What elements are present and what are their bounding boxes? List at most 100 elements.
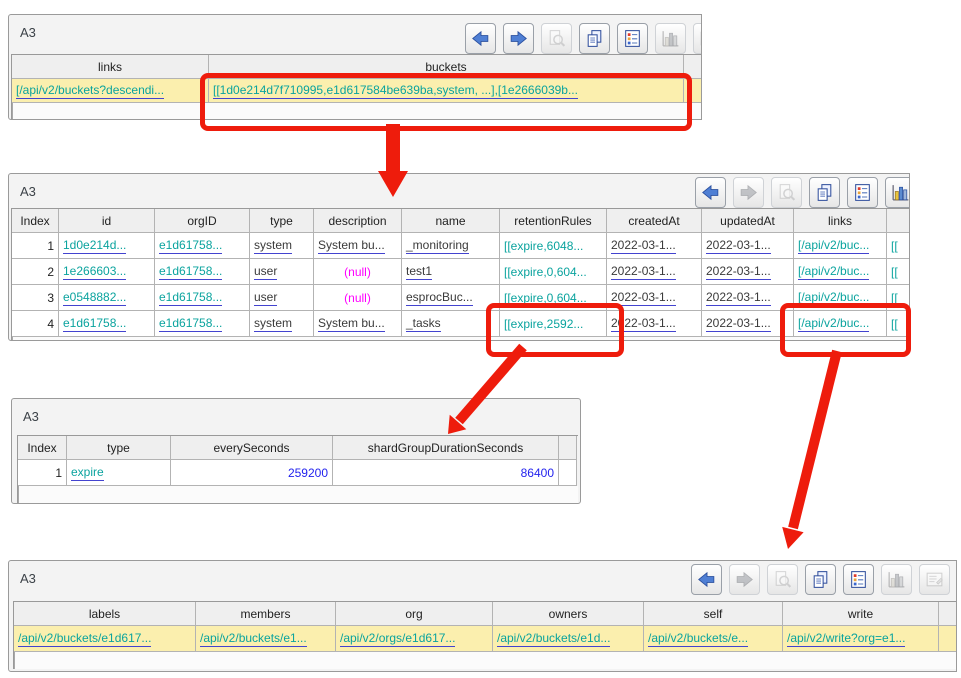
cell-extra [559, 460, 577, 486]
cell-type[interactable]: system [250, 233, 314, 259]
empty-row-strip [14, 652, 957, 669]
result-panel-retention-detail: A3 IndextypeeverySecondsshardGroupDurati… [11, 398, 581, 504]
back-button[interactable] [695, 177, 726, 208]
column-header-shardGroupDurationSeconds: shardGroupDurationSeconds [333, 436, 559, 460]
cell-type[interactable]: user [250, 285, 314, 311]
column-header-updatedAt: updatedAt [702, 209, 794, 233]
column-header-name: name [402, 209, 500, 233]
cell-Index: 4 [12, 311, 59, 337]
cell-updatedAt[interactable]: 2022-03-1... [702, 233, 794, 259]
properties-button[interactable] [847, 177, 878, 208]
chart-icon [890, 182, 910, 203]
cell-links[interactable]: [/api/v2/buc... [794, 233, 887, 259]
preview-button [771, 177, 802, 208]
highlight-box-links-cell [780, 303, 911, 357]
back-icon [470, 28, 491, 49]
cell-id[interactable]: 1d0e214d... [59, 233, 155, 259]
column-header-links: links [794, 209, 887, 233]
back-button[interactable] [691, 564, 722, 595]
cell-description[interactable]: System bu... [314, 233, 402, 259]
column-header-retentionRules: retentionRules [500, 209, 607, 233]
highlight-box-retention-cell [486, 303, 624, 357]
cell-description: (null) [314, 259, 402, 285]
copy-button[interactable] [579, 23, 610, 54]
cell-createdAt[interactable]: 2022-03-1... [607, 233, 702, 259]
column-header-links: links [12, 55, 209, 79]
preview-button [541, 23, 572, 54]
cell-type[interactable]: user [250, 259, 314, 285]
column-header-orgID: orgID [155, 209, 250, 233]
copy-icon [810, 569, 831, 590]
cell-name[interactable]: _monitoring [402, 233, 500, 259]
cell-id[interactable]: e0548882... [59, 285, 155, 311]
empty-row-strip [12, 337, 910, 341]
cell-updatedAt[interactable]: 2022-03-1... [702, 259, 794, 285]
properties-button[interactable] [617, 23, 648, 54]
cell-owners[interactable]: /api/v2/buckets/e1d... [493, 626, 644, 652]
cell-description[interactable]: System bu... [314, 311, 402, 337]
cell-retentionRules[interactable]: [[expire,0,604... [500, 259, 607, 285]
column-header-createdAt: createdAt [607, 209, 702, 233]
column-header-everySeconds: everySeconds [171, 436, 333, 460]
toolbar [695, 177, 910, 208]
forward-button [729, 564, 760, 595]
cell-links[interactable]: [/api/v2/buc... [794, 259, 887, 285]
cell-write[interactable]: /api/v2/write?org=e1... [783, 626, 939, 652]
cell-orgID[interactable]: e1d61758... [155, 311, 250, 337]
column-header-owners: owners [493, 602, 644, 626]
chart-button [881, 564, 912, 595]
cell-type[interactable]: system [250, 311, 314, 337]
forward-button [733, 177, 764, 208]
cell-orgID[interactable]: e1d61758... [155, 285, 250, 311]
cell-orgID[interactable]: e1d61758... [155, 259, 250, 285]
table-row: 3e0548882...e1d61758...user(null)esprocB… [12, 285, 910, 311]
cell-extra[interactable]: [[ [887, 259, 910, 285]
preview-icon [772, 569, 793, 590]
cell-members[interactable]: /api/v2/buckets/e1... [196, 626, 336, 652]
cell-labels[interactable]: /api/v2/buckets/e1d617... [14, 626, 196, 652]
toolbar [465, 23, 702, 54]
cell-extra[interactable]: [[ [887, 233, 910, 259]
cell-orgID[interactable]: e1d61758... [155, 233, 250, 259]
result-grid: labelsmembersorgownersselfwrite/api/v2/b… [13, 601, 957, 669]
chart-button[interactable] [885, 177, 910, 208]
column-header-org: org [336, 602, 493, 626]
properties-icon [852, 182, 873, 203]
cell-name[interactable]: test1 [402, 259, 500, 285]
column-header-id: id [59, 209, 155, 233]
table-row: 4e1d61758...e1d61758...systemSystem bu..… [12, 311, 910, 337]
cell-retentionRules[interactable]: [[expire,6048... [500, 233, 607, 259]
cell-id[interactable]: e1d61758... [59, 311, 155, 337]
properties-icon [848, 569, 869, 590]
canvas: { "colors": { "annotation_red": "#ee1c0c… [0, 0, 961, 678]
cell-id-label: A3 [23, 409, 39, 424]
cell-Index: 2 [12, 259, 59, 285]
result-panel-links-detail: A3 labelsmembersorgownersselfwrite/api/v… [8, 560, 957, 672]
column-header-extra [559, 436, 577, 460]
cell-id[interactable]: 1e266603... [59, 259, 155, 285]
result-panel-buckets-detail: A3 IndexidorgIDtypedescriptionnameretent… [8, 173, 910, 341]
note-button [693, 23, 702, 54]
column-header-write: write [783, 602, 939, 626]
table-row: /api/v2/buckets/e1d617.../api/v2/buckets… [14, 626, 957, 652]
preview-button [767, 564, 798, 595]
cell-links[interactable]: [/api/v2/buckets?descendi... [12, 79, 209, 103]
copy-icon [584, 28, 605, 49]
empty-row-strip [18, 486, 578, 503]
preview-icon [776, 182, 797, 203]
column-header-type: type [250, 209, 314, 233]
back-button[interactable] [465, 23, 496, 54]
forward-button[interactable] [503, 23, 534, 54]
cell-org[interactable]: /api/v2/orgs/e1d617... [336, 626, 493, 652]
cell-extra [939, 626, 957, 652]
chart-icon [660, 28, 681, 49]
cell-self[interactable]: /api/v2/buckets/e... [644, 626, 783, 652]
result-grid: IndexidorgIDtypedescriptionnameretention… [11, 208, 910, 341]
cell-name[interactable]: esprocBuc... [402, 285, 500, 311]
cell-createdAt[interactable]: 2022-03-1... [607, 259, 702, 285]
copy-button[interactable] [805, 564, 836, 595]
arrow-links-to-detail [782, 351, 837, 549]
cell-type[interactable]: expire [67, 460, 171, 486]
copy-button[interactable] [809, 177, 840, 208]
properties-button[interactable] [843, 564, 874, 595]
